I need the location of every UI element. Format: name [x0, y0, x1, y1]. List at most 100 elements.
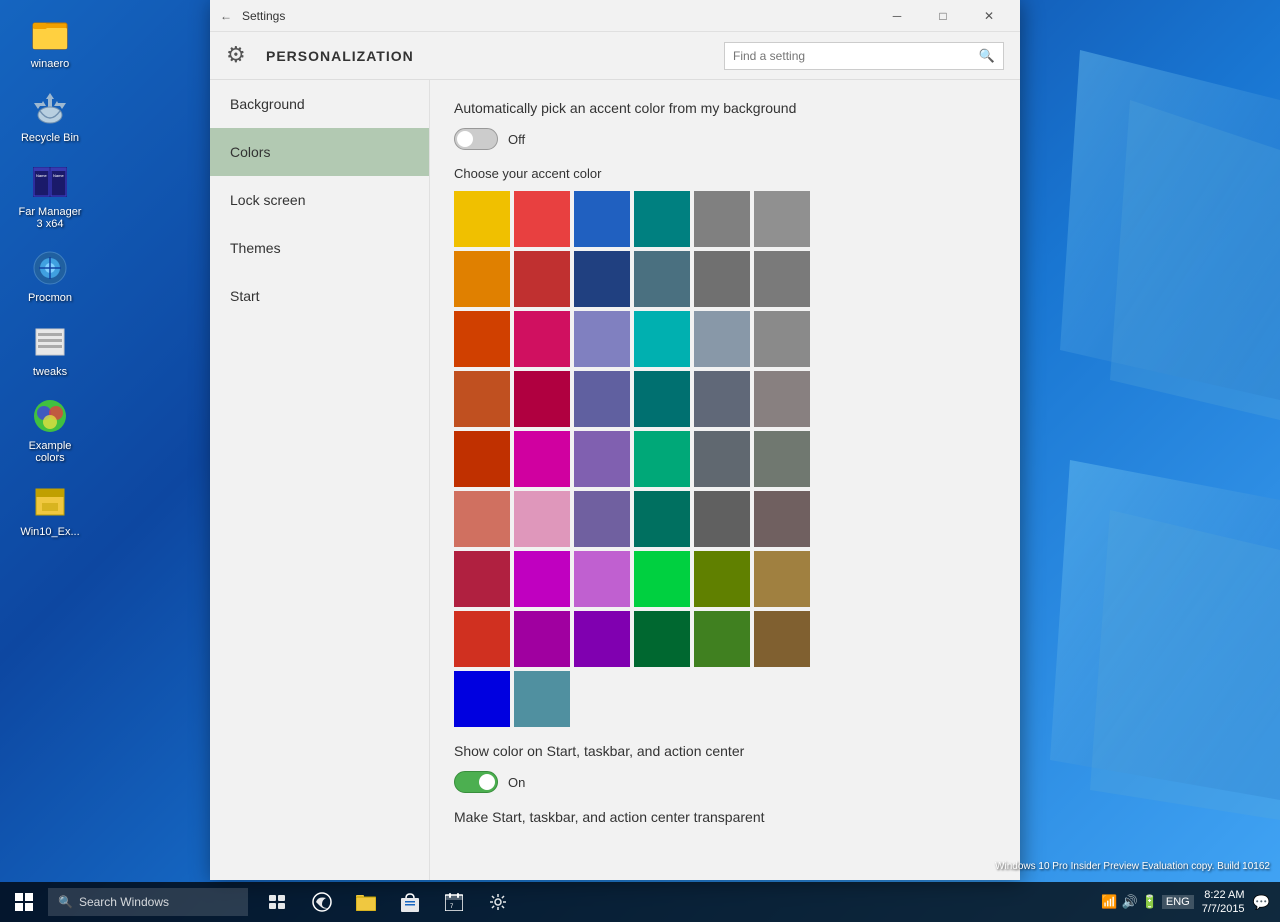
- settings-taskbar-icon[interactable]: [478, 882, 518, 922]
- color-swatch-44[interactable]: [574, 611, 630, 667]
- auto-accent-toggle[interactable]: [454, 128, 498, 150]
- color-swatch-10[interactable]: [694, 251, 750, 307]
- taskbar-search[interactable]: 🔍 Search Windows: [48, 888, 248, 916]
- color-swatch-28[interactable]: [694, 431, 750, 487]
- sidebar: Background Colors Lock screen Themes Sta…: [210, 80, 430, 880]
- auto-accent-toggle-thumb: [457, 131, 473, 147]
- color-swatch-45[interactable]: [634, 611, 690, 667]
- color-swatch-32[interactable]: [574, 491, 630, 547]
- sidebar-item-themes[interactable]: Themes: [210, 224, 429, 272]
- sidebar-item-lock-screen[interactable]: Lock screen: [210, 176, 429, 224]
- color-swatch-21[interactable]: [634, 371, 690, 427]
- desktop-icon-recycle[interactable]: Recycle Bin: [10, 84, 90, 148]
- color-swatch-2[interactable]: [574, 191, 630, 247]
- search-icon[interactable]: 🔍: [971, 48, 1003, 64]
- desktop-icon-win10[interactable]: Win10_Ex...: [10, 478, 90, 542]
- color-swatch-40[interactable]: [694, 551, 750, 607]
- themes-label: Themes: [230, 240, 281, 256]
- color-swatch-49[interactable]: [514, 671, 570, 727]
- recycle-label: Recycle Bin: [21, 132, 79, 144]
- desktop-icon-example-colors[interactable]: Examplecolors: [10, 392, 90, 468]
- close-button[interactable]: ✕: [966, 0, 1012, 32]
- color-swatch-5[interactable]: [754, 191, 810, 247]
- color-swatch-41[interactable]: [754, 551, 810, 607]
- color-swatch-23[interactable]: [754, 371, 810, 427]
- color-swatch-13[interactable]: [514, 311, 570, 367]
- color-swatch-4[interactable]: [694, 191, 750, 247]
- color-swatch-6[interactable]: [454, 251, 510, 307]
- search-box[interactable]: 🔍: [724, 42, 1004, 70]
- taskbar-right: 📶 🔊 🔋 ENG 8:22 AM 7/7/2015 💬: [1101, 888, 1280, 917]
- task-view-button[interactable]: [258, 882, 298, 922]
- desktop-icon-far-manager[interactable]: Name Name Far Manager3 x64: [10, 158, 90, 234]
- start-button[interactable]: [0, 882, 48, 922]
- auto-accent-toggle-label: Off: [508, 132, 525, 147]
- color-swatch-26[interactable]: [574, 431, 630, 487]
- taskbar-icons: 7: [258, 882, 518, 922]
- sidebar-item-background[interactable]: Background: [210, 80, 429, 128]
- minimize-button[interactable]: ─: [874, 0, 920, 32]
- auto-accent-toggle-row: Off: [454, 128, 996, 150]
- color-swatch-14[interactable]: [574, 311, 630, 367]
- color-swatch-37[interactable]: [514, 551, 570, 607]
- color-swatch-31[interactable]: [514, 491, 570, 547]
- color-swatch-9[interactable]: [634, 251, 690, 307]
- ime-icon: ENG: [1162, 895, 1194, 909]
- color-swatch-29[interactable]: [754, 431, 810, 487]
- color-swatch-46[interactable]: [694, 611, 750, 667]
- color-swatch-11[interactable]: [754, 251, 810, 307]
- action-center-icon[interactable]: 💬: [1253, 894, 1270, 911]
- color-swatch-22[interactable]: [694, 371, 750, 427]
- color-swatch-19[interactable]: [514, 371, 570, 427]
- color-swatch-17[interactable]: [754, 311, 810, 367]
- edge-browser-icon[interactable]: [302, 882, 342, 922]
- show-color-toggle[interactable]: [454, 771, 498, 793]
- color-swatch-35[interactable]: [754, 491, 810, 547]
- maximize-button[interactable]: □: [920, 0, 966, 32]
- color-swatch-18[interactable]: [454, 371, 510, 427]
- sidebar-item-colors[interactable]: Colors: [210, 128, 429, 176]
- color-swatch-36[interactable]: [454, 551, 510, 607]
- lock-screen-label: Lock screen: [230, 192, 305, 208]
- auto-accent-label: Automatically pick an accent color from …: [454, 100, 996, 116]
- color-swatch-0[interactable]: [454, 191, 510, 247]
- color-swatch-47[interactable]: [754, 611, 810, 667]
- color-swatch-12[interactable]: [454, 311, 510, 367]
- volume-icon: 🔊: [1122, 894, 1138, 910]
- far-manager-label: Far Manager3 x64: [19, 206, 82, 230]
- store-icon[interactable]: [390, 882, 430, 922]
- gear-icon: ⚙: [226, 42, 254, 70]
- color-swatch-1[interactable]: [514, 191, 570, 247]
- calendar-icon[interactable]: 7: [434, 882, 474, 922]
- desktop-icon-tweaks[interactable]: tweaks: [10, 318, 90, 382]
- color-swatch-38[interactable]: [574, 551, 630, 607]
- color-swatch-27[interactable]: [634, 431, 690, 487]
- color-swatch-24[interactable]: [454, 431, 510, 487]
- color-swatch-3[interactable]: [634, 191, 690, 247]
- color-swatch-7[interactable]: [514, 251, 570, 307]
- color-swatch-30[interactable]: [454, 491, 510, 547]
- color-swatch-16[interactable]: [694, 311, 750, 367]
- desktop-icon-winaero[interactable]: winaero: [10, 10, 90, 74]
- file-explorer-icon[interactable]: [346, 882, 386, 922]
- show-color-toggle-label: On: [508, 775, 525, 790]
- sidebar-item-start[interactable]: Start: [210, 272, 429, 320]
- taskbar: 🔍 Search Windows: [0, 882, 1280, 922]
- desktop-icon-procmon[interactable]: Procmon: [10, 244, 90, 308]
- color-swatch-43[interactable]: [514, 611, 570, 667]
- color-swatch-8[interactable]: [574, 251, 630, 307]
- colors-label: Colors: [230, 144, 270, 160]
- back-button[interactable]: ←: [218, 8, 234, 24]
- color-swatch-20[interactable]: [574, 371, 630, 427]
- start-label: Start: [230, 288, 260, 304]
- search-input[interactable]: [725, 49, 971, 63]
- color-swatch-25[interactable]: [514, 431, 570, 487]
- color-swatch-42[interactable]: [454, 611, 510, 667]
- color-swatch-15[interactable]: [634, 311, 690, 367]
- color-swatch-33[interactable]: [634, 491, 690, 547]
- win10-label: Win10_Ex...: [20, 526, 79, 538]
- color-swatch-34[interactable]: [694, 491, 750, 547]
- color-swatch-39[interactable]: [634, 551, 690, 607]
- color-swatch-48[interactable]: [454, 671, 510, 727]
- clock: 8:22 AM 7/7/2015: [1202, 888, 1245, 917]
